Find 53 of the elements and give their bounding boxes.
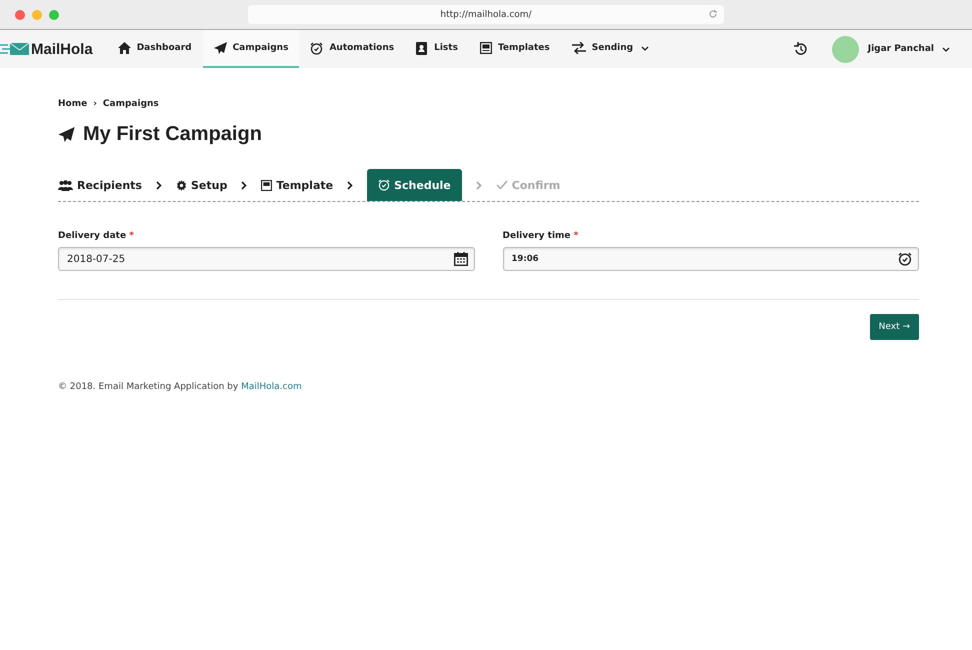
footer-link[interactable]: MailHola.com: [241, 382, 302, 392]
wizard-step[interactable]: Recipients: [58, 169, 142, 201]
gear-icon: [176, 180, 187, 190]
nav-item[interactable]: Campaigns: [202, 30, 300, 68]
chevron-icon: [156, 180, 162, 190]
footer-text: © 2018. Email Marketing Application by MailHola.com: [58, 382, 303, 392]
field-label: Delivery time: [502, 231, 571, 241]
nav-item[interactable]: Templates: [468, 30, 561, 68]
template-icon: [480, 42, 492, 54]
caret-icon: [942, 46, 950, 52]
wizard-step[interactable]: Schedule: [367, 169, 462, 201]
wizard-step[interactable]: Setup: [176, 169, 228, 201]
paper-plane-icon: [214, 42, 227, 54]
avatar[interactable]: [832, 36, 859, 62]
nav-item[interactable]: Automations: [299, 30, 406, 68]
breadcrumb-separator: ›: [93, 99, 97, 109]
nav-item[interactable]: Sending: [560, 30, 660, 68]
logo[interactable]: MailHola: [0, 30, 93, 68]
paper-plane-icon: [58, 127, 75, 142]
address-bar[interactable]: http://mailhola.com/: [248, 5, 724, 24]
field-label: Delivery date: [58, 231, 126, 241]
logo-text: MailHola: [31, 40, 93, 58]
envelope-icon: [0, 42, 30, 56]
alarm-clock-icon[interactable]: [898, 252, 912, 266]
alarm-clock-icon: [310, 42, 324, 54]
swap-arrows-icon: [572, 42, 586, 54]
required-mark: *: [574, 231, 578, 241]
history-icon[interactable]: [794, 42, 808, 56]
breadcrumb-link[interactable]: Campaigns: [102, 99, 159, 109]
users-icon: [58, 180, 73, 190]
required-mark: *: [129, 231, 134, 241]
reload-icon[interactable]: [708, 9, 718, 19]
zoom-light[interactable]: [49, 10, 59, 20]
next-button[interactable]: Next →: [870, 314, 919, 340]
close-light[interactable]: [15, 10, 25, 20]
breadcrumb-link[interactable]: Home: [58, 99, 88, 109]
chevron-icon: [241, 180, 248, 190]
home-icon: [118, 42, 131, 54]
chevron-icon: [476, 180, 482, 190]
input-field[interactable]: 2018-07-25: [58, 247, 474, 271]
nav-item[interactable]: Lists: [405, 30, 469, 68]
page-title: My First Campaign: [83, 123, 262, 146]
alarm-clock-icon: [378, 179, 390, 191]
nav-item[interactable]: Dashboard: [106, 30, 203, 68]
chevron-icon: [347, 180, 354, 190]
input-field[interactable]: 19:06: [502, 247, 919, 271]
minimize-light[interactable]: [32, 10, 42, 20]
user-menu[interactable]: Jigar Panchal: [868, 30, 950, 68]
template-icon: [261, 180, 272, 190]
calendar-icon[interactable]: [454, 252, 468, 266]
check-icon: [496, 180, 508, 190]
contact-book-icon: [416, 42, 428, 54]
wizard-step[interactable]: Template: [261, 169, 334, 201]
